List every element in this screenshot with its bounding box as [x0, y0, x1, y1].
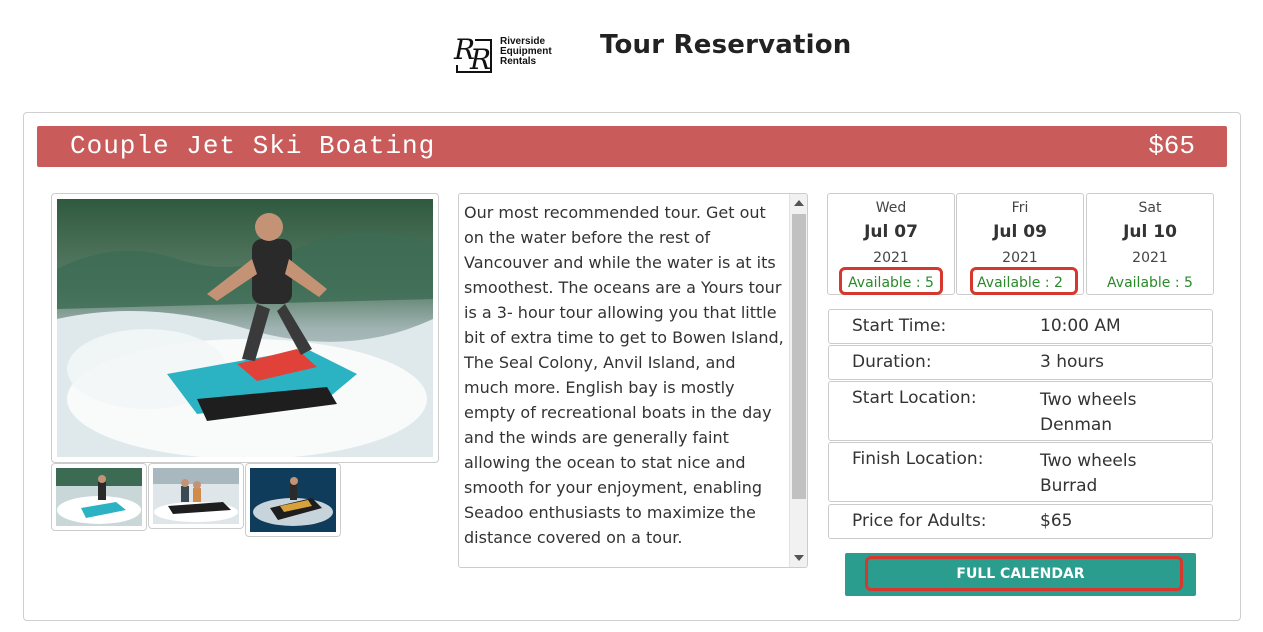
tour-description: Our most recommended tour. Get out on th… — [464, 203, 784, 547]
logo-monogram: R R — [454, 33, 492, 76]
detail-value: $65 — [1040, 511, 1073, 531]
thumbnail-1[interactable] — [51, 463, 147, 531]
date-availability: Available : 5 — [848, 275, 934, 291]
date-availability: Available : 5 — [1107, 275, 1193, 291]
tour-card: Couple Jet Ski Boating $65 Our most reco… — [23, 112, 1241, 621]
detail-label: Duration: — [852, 352, 932, 372]
page-header: R R Riverside Equipment Rentals Tour Res… — [0, 0, 1263, 100]
company-logo: R R Riverside Equipment Rentals — [452, 33, 564, 77]
detail-label: Price for Adults: — [852, 511, 987, 531]
main-tour-photo — [51, 193, 439, 463]
detail-duration: Duration: 3 hours — [828, 345, 1213, 380]
detail-start-time: Start Time: 10:00 AM — [828, 309, 1213, 344]
thumbnail-2[interactable] — [148, 463, 244, 529]
full-calendar-button[interactable]: FULL CALENDAR — [845, 553, 1196, 596]
detail-value: 10:00 AM — [1040, 316, 1121, 336]
tour-name: Couple Jet Ski Boating — [70, 131, 436, 161]
scroll-up-arrow-icon[interactable] — [794, 200, 804, 206]
description-scrollbar[interactable] — [789, 194, 807, 567]
date-card-jul-09[interactable]: Fri Jul 09 2021 Available : 2 — [956, 193, 1084, 295]
date-weekday: Fri — [1011, 200, 1029, 216]
date-availability: Available : 2 — [977, 275, 1063, 291]
date-card-jul-10[interactable]: Sat Jul 10 2021 Available : 5 — [1086, 193, 1214, 295]
detail-value: 3 hours — [1040, 352, 1105, 372]
date-year: 2021 — [1002, 250, 1038, 266]
detail-finish-location: Finish Location: Two wheels Burrad — [828, 442, 1213, 502]
tour-description-box[interactable]: Our most recommended tour. Get out on th… — [458, 193, 808, 568]
thumbnail-3[interactable] — [245, 463, 341, 537]
logo-text-line: Rentals — [500, 56, 537, 67]
page-title: Tour Reservation — [600, 30, 852, 60]
date-year: 2021 — [1132, 250, 1168, 266]
date-year: 2021 — [873, 250, 909, 266]
detail-label: Start Time: — [852, 316, 947, 336]
detail-label: Start Location: — [852, 388, 977, 408]
date-month-day: Jul 07 — [864, 222, 918, 242]
date-weekday: Wed — [875, 200, 907, 216]
detail-start-location: Start Location: Two wheels Denman — [828, 381, 1213, 441]
date-weekday: Sat — [1138, 200, 1162, 216]
tour-price: $65 — [1148, 131, 1195, 161]
scrollbar-thumb[interactable] — [792, 214, 806, 499]
tour-title-bar: Couple Jet Ski Boating $65 — [37, 126, 1227, 167]
date-month-day: Jul 10 — [1123, 222, 1177, 242]
date-card-jul-07[interactable]: Wed Jul 07 2021 Available : 5 — [827, 193, 955, 295]
detail-label: Finish Location: — [852, 449, 984, 469]
detail-value: Two wheels Denman — [1040, 390, 1137, 435]
detail-price-adults: Price for Adults: $65 — [828, 504, 1213, 539]
scroll-down-arrow-icon[interactable] — [794, 555, 804, 561]
detail-value: Two wheels Burrad — [1040, 451, 1137, 496]
date-month-day: Jul 09 — [993, 222, 1047, 242]
